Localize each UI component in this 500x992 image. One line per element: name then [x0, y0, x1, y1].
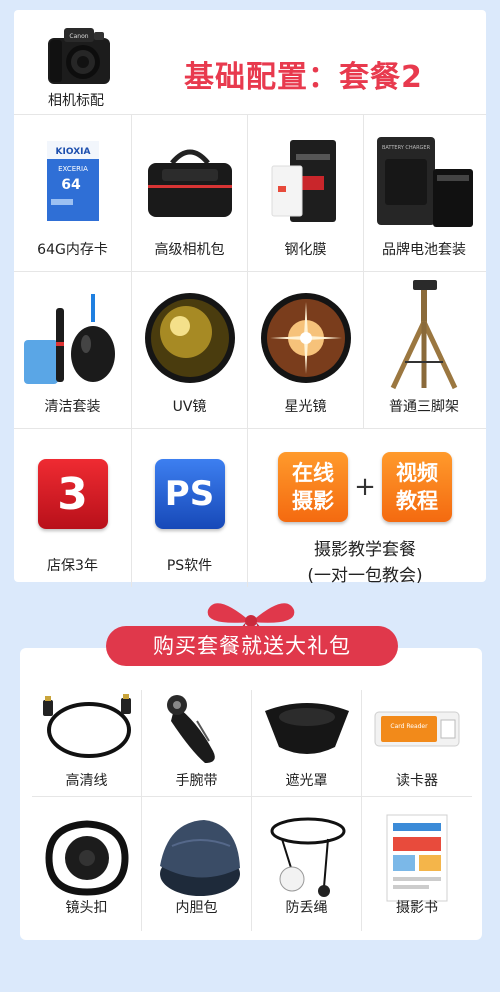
video-tutorial-line2: 教程	[396, 489, 438, 513]
battery-charger-icon: BATTERY CHARGER	[377, 137, 473, 227]
camera-body-icon: Canon	[44, 18, 114, 94]
item-label: 钢化膜	[284, 242, 327, 258]
card-reader-text: Card Reader	[390, 723, 428, 730]
gift-items-grid: 高清线 手腕带 遮光罩 Card Reader 读卡器 镜头扣 内胆包 防丢绳 …	[32, 690, 472, 931]
ps-software-icon: PS	[154, 459, 225, 529]
sd-card-brand: KIOXIA	[55, 147, 90, 157]
gift-label: 高清线	[65, 773, 108, 789]
gift-label: 手腕带	[175, 773, 218, 789]
item-label: 64G内存卡	[37, 242, 108, 258]
package-item: 高级相机包	[132, 115, 248, 271]
item-label: 店保3年	[47, 558, 98, 574]
plus-sign: +	[354, 472, 376, 502]
package-item: UV镜	[132, 272, 248, 428]
sd-card-capacity: 64	[61, 177, 81, 193]
gift-item: 遮光罩	[252, 690, 362, 796]
gift-item: 摄影书	[362, 797, 472, 931]
camera-bag-icon	[147, 149, 232, 217]
sd-card-icon: KIOXIA EXCERIA 64	[46, 141, 99, 221]
charger-label: BATTERY CHARGER	[382, 145, 431, 151]
package-item: 3 店保3年	[14, 429, 132, 587]
star-filter-icon	[260, 293, 351, 383]
package-header: Canon 相机标配 基础配置：套餐2	[14, 10, 486, 114]
item-label: 普通三脚架	[389, 399, 459, 415]
package-item: 星光镜	[248, 272, 364, 428]
video-tutorial-tile: 视频 教程	[382, 452, 452, 522]
item-label: 清洁套装	[44, 399, 101, 415]
gift-item: 手腕带	[142, 690, 252, 796]
item-label: 高级相机包	[154, 242, 225, 258]
education-subtitle: (一对一包教会)	[307, 566, 423, 586]
hdmi-cable-icon	[42, 694, 131, 758]
sd-card-series: EXCERIA	[58, 165, 88, 173]
package-item: 钢化膜	[248, 115, 364, 271]
gift-label: 摄影书	[396, 900, 438, 916]
item-label: 星光镜	[284, 399, 327, 415]
lens-pouch-icon	[159, 820, 240, 896]
photo-book-icon	[386, 814, 448, 902]
gift-label: 遮光罩	[285, 773, 328, 789]
page-title: 基础配置：套餐2	[184, 60, 423, 95]
lens-hood-icon	[264, 703, 349, 754]
cleaning-kit-icon	[23, 294, 115, 384]
package-items-grid: KIOXIA EXCERIA 64 64G内存卡 高级相机包 钢化膜 BATTE…	[14, 114, 486, 587]
gift-item: 防丢绳	[252, 797, 362, 931]
gift-item: Card Reader 读卡器	[362, 690, 472, 796]
uv-filter-icon	[144, 293, 235, 383]
online-photo-tile: 在线 摄影	[278, 452, 348, 522]
online-photo-line2: 摄影	[292, 489, 334, 513]
gift-item: 内胆包	[142, 797, 252, 931]
video-tutorial-line1: 视频	[396, 461, 438, 485]
education-title: 摄影教学套餐	[314, 540, 416, 560]
lens-cap-holder-icon	[44, 820, 129, 896]
item-label: 品牌电池套装	[382, 242, 466, 258]
item-label: UV镜	[172, 399, 207, 415]
base-package-card: Canon 相机标配 基础配置：套餐2 KIOXIA EXCERIA 64 64…	[14, 10, 486, 587]
gift-label: 防丢绳	[285, 900, 328, 916]
wrist-strap-icon	[166, 695, 215, 763]
gift-pack-card: 高清线 手腕带 遮光罩 Card Reader 读卡器 镜头扣 内胆包 防丢绳 …	[20, 648, 482, 940]
online-photo-line1: 在线	[292, 461, 334, 485]
tripod-icon	[390, 280, 458, 390]
package-item: 清洁套装	[14, 272, 132, 428]
package-item: PS PS软件	[132, 429, 248, 587]
package-item: 普通三脚架	[364, 272, 484, 428]
anti-lost-rope-icon	[270, 817, 345, 897]
gift-label: 镜头扣	[65, 900, 108, 916]
svg-text:Canon: Canon	[69, 33, 88, 40]
screen-protector-icon	[271, 140, 336, 222]
warranty-icon: 3	[37, 459, 108, 529]
camera-standard-label: 相机标配	[48, 93, 104, 109]
gift-label: 内胆包	[175, 900, 218, 916]
gift-item: 镜头扣	[32, 797, 142, 931]
gift-item: 高清线	[32, 690, 142, 796]
gift-pack-banner: 购买套餐就送大礼包	[106, 626, 398, 666]
gift-label: 读卡器	[396, 773, 438, 789]
card-reader-icon: Card Reader	[374, 711, 460, 747]
item-label: PS软件	[166, 558, 213, 574]
education-package: 在线 摄影 + 视频 教程 摄影教学套餐 (一对一包教会)	[248, 429, 482, 587]
package-item: KIOXIA EXCERIA 64 64G内存卡	[14, 115, 132, 271]
package-item: BATTERY CHARGER 品牌电池套装	[364, 115, 484, 271]
